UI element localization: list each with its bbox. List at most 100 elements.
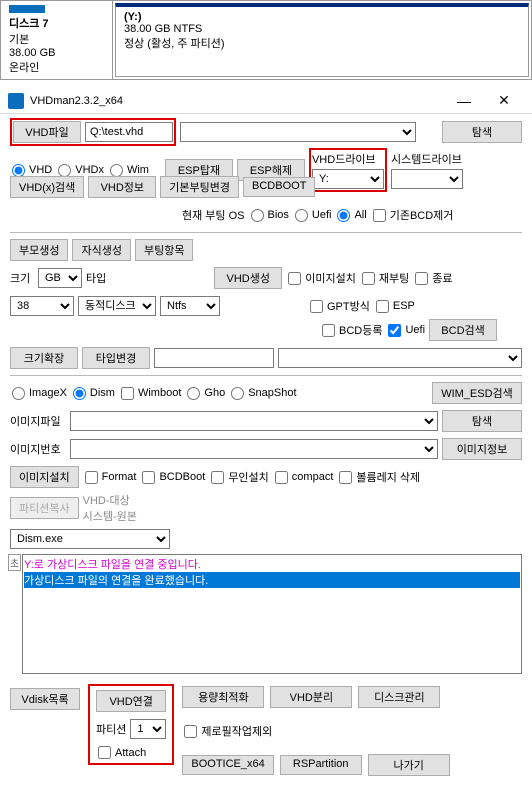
type-change-input[interactable] <box>154 348 274 368</box>
browse-button[interactable]: 탐색 <box>442 121 522 143</box>
system-drive-select[interactable] <box>391 169 463 189</box>
basic-boot-button[interactable]: 기본부팅변경 <box>160 176 239 198</box>
checkbox-silent[interactable]: 무인설치 <box>209 469 268 485</box>
vhd-file-label: VHD파일 <box>13 121 81 143</box>
checkbox-vol-delete[interactable]: 볼륨레지 삭제 <box>337 469 420 485</box>
app-icon <box>8 93 24 109</box>
vhd-drive-select[interactable]: Y: <box>312 169 384 189</box>
size-value-select[interactable]: 38 <box>10 296 74 316</box>
checkbox-esp[interactable]: ESP <box>374 300 415 313</box>
checkbox-exclude-zero[interactable]: 제로필작업제외 <box>182 723 272 739</box>
child-gen-button[interactable]: 자식생성 <box>72 239 130 261</box>
exit-button[interactable]: 나가기 <box>368 754 450 776</box>
rspartition-button[interactable]: RSPartition <box>280 755 362 775</box>
type-change-button[interactable]: 타입변경 <box>82 347 150 369</box>
disk-bar-icon <box>9 5 45 13</box>
disk-type: 기본 <box>9 31 104 47</box>
image-file-combo[interactable] <box>70 411 438 431</box>
radio-uefi[interactable]: Uefi <box>293 209 332 222</box>
partition-copy-button: 파티션복사 <box>10 497 79 519</box>
current-boot-os-label: 현재 부팅 OS <box>182 207 245 223</box>
image-install-button[interactable]: 이미지설치 <box>10 466 79 488</box>
vhd-connect-highlight: VHD연결 파티션 1 Attach <box>88 684 174 765</box>
checkbox-img-install[interactable]: 이미지설치 <box>286 270 356 286</box>
window-titlebar: VHDman2.3.2_x64 — ✕ <box>0 88 532 114</box>
minimize-button[interactable]: — <box>444 93 484 109</box>
radio-snapshot[interactable]: SnapShot <box>229 387 296 400</box>
size-label: 크기 <box>10 270 34 286</box>
radio-wim[interactable]: Wim <box>108 164 149 177</box>
volume-letter: (Y:) <box>124 11 520 23</box>
vhd-drive-highlight: VHD드라이브 Y: <box>309 148 387 192</box>
log-output[interactable]: Y:로 가상디스크 파일을 연결 중입니다. 가상디스크 파일의 연결을 완료했… <box>22 554 522 674</box>
radio-vhd[interactable]: VHD <box>10 164 52 177</box>
fs-select[interactable]: Ntfs <box>160 296 220 316</box>
checkbox-wimboot[interactable]: Wimboot <box>119 387 181 400</box>
checkbox-reboot[interactable]: 재부팅 <box>360 270 409 286</box>
close-button[interactable]: ✕ <box>484 92 524 109</box>
type-change-combo[interactable] <box>278 348 522 368</box>
checkbox-bcd-reg[interactable]: BCD등록 <box>320 322 382 338</box>
dism-exe-select[interactable]: Dism.exe <box>10 529 170 549</box>
checkbox-exit[interactable]: 종료 <box>413 270 452 286</box>
disk-info-panel: 디스크 7 기본 38.00 GB 온라인 (Y:) 38.00 GB NTFS… <box>0 0 532 80</box>
image-browse-button[interactable]: 탐색 <box>442 410 522 432</box>
vhd-file-highlight: VHD파일 <box>10 118 176 146</box>
volume-size: 38.00 GB NTFS <box>124 23 520 35</box>
checkbox-compact[interactable]: compact <box>273 471 334 484</box>
disk-volume-area: (Y:) 38.00 GB NTFS 정상 (활성, 주 파티션) <box>113 1 531 79</box>
log-line-1: Y:로 가상디스크 파일을 연결 중입니다. <box>24 556 520 572</box>
checkbox-uefi2[interactable]: Uefi <box>386 324 425 337</box>
radio-imagex[interactable]: ImageX <box>10 387 67 400</box>
disk-type-select[interactable]: 동적디스크 <box>78 296 156 316</box>
checkbox-format[interactable]: Format <box>83 471 137 484</box>
divider-2 <box>10 375 522 376</box>
radio-dism[interactable]: Dism <box>71 387 115 400</box>
vhd-file-value[interactable] <box>85 122 173 142</box>
bcd-search-button[interactable]: BCD검색 <box>429 319 497 341</box>
disk-summary: 디스크 7 기본 38.00 GB 온라인 <box>1 1 113 79</box>
optimize-button[interactable]: 용량최적화 <box>182 686 264 708</box>
vhd-connect-button[interactable]: VHD연결 <box>96 690 166 712</box>
partition-select[interactable]: 1 <box>130 719 166 739</box>
parent-gen-button[interactable]: 부모생성 <box>10 239 68 261</box>
vhd-detach-button[interactable]: VHD분리 <box>270 686 352 708</box>
vhd-create-button[interactable]: VHD생성 <box>214 267 282 289</box>
disk-size: 38.00 GB <box>9 47 104 59</box>
disk-status: 온라인 <box>9 59 104 75</box>
wim-esd-search-button[interactable]: WIM_ESD검색 <box>432 382 522 404</box>
volume-status: 정상 (활성, 주 파티션) <box>124 35 520 51</box>
size-unit-select[interactable]: GB <box>38 268 82 288</box>
type-label: 타입 <box>86 270 106 286</box>
vhdx-search-button[interactable]: VHD(x)검색 <box>10 176 84 198</box>
log-line-2: 가상디스크 파일의 연결을 완료했습니다. <box>24 572 520 588</box>
system-drive-label: 시스템드라이브 <box>391 151 463 167</box>
image-info-button[interactable]: 이미지정보 <box>442 438 522 460</box>
boot-item-button[interactable]: 부팅항목 <box>135 239 193 261</box>
vdisk-list-button[interactable]: Vdisk목록 <box>10 688 80 710</box>
disk-name: 디스크 7 <box>9 15 104 31</box>
disk-mgmt-button[interactable]: 디스크관리 <box>358 686 440 708</box>
image-no-combo[interactable] <box>70 439 438 459</box>
partition-copy-target: VHD-대상 시스템-원본 <box>83 492 137 524</box>
log-label: 초 <box>8 554 21 571</box>
checkbox-attach[interactable]: Attach <box>96 746 166 759</box>
bootice-button[interactable]: BOOTICE_x64 <box>182 755 273 775</box>
checkbox-remove-bcd[interactable]: 기존BCD제거 <box>371 207 454 223</box>
vhd-info-button[interactable]: VHD정보 <box>88 176 156 198</box>
checkbox-bcdboot2[interactable]: BCDBoot <box>140 471 205 484</box>
radio-gho[interactable]: Gho <box>185 387 225 400</box>
bcdboot-button[interactable]: BCDBOOT <box>243 177 315 197</box>
image-file-label: 이미지파일 <box>10 413 66 429</box>
radio-bios[interactable]: Bios <box>249 209 289 222</box>
size-expand-button[interactable]: 크기확장 <box>10 347 78 369</box>
checkbox-gpt[interactable]: GPT방식 <box>308 298 370 314</box>
vhd-file-combo[interactable] <box>180 122 416 142</box>
radio-all[interactable]: All <box>335 209 366 222</box>
window-title: VHDman2.3.2_x64 <box>30 95 444 107</box>
divider <box>10 232 522 233</box>
partition-label: 파티션 <box>96 721 126 737</box>
image-no-label: 이미지번호 <box>10 441 66 457</box>
vhd-drive-label: VHD드라이브 <box>312 151 384 167</box>
radio-vhdx[interactable]: VHDx <box>56 164 104 177</box>
